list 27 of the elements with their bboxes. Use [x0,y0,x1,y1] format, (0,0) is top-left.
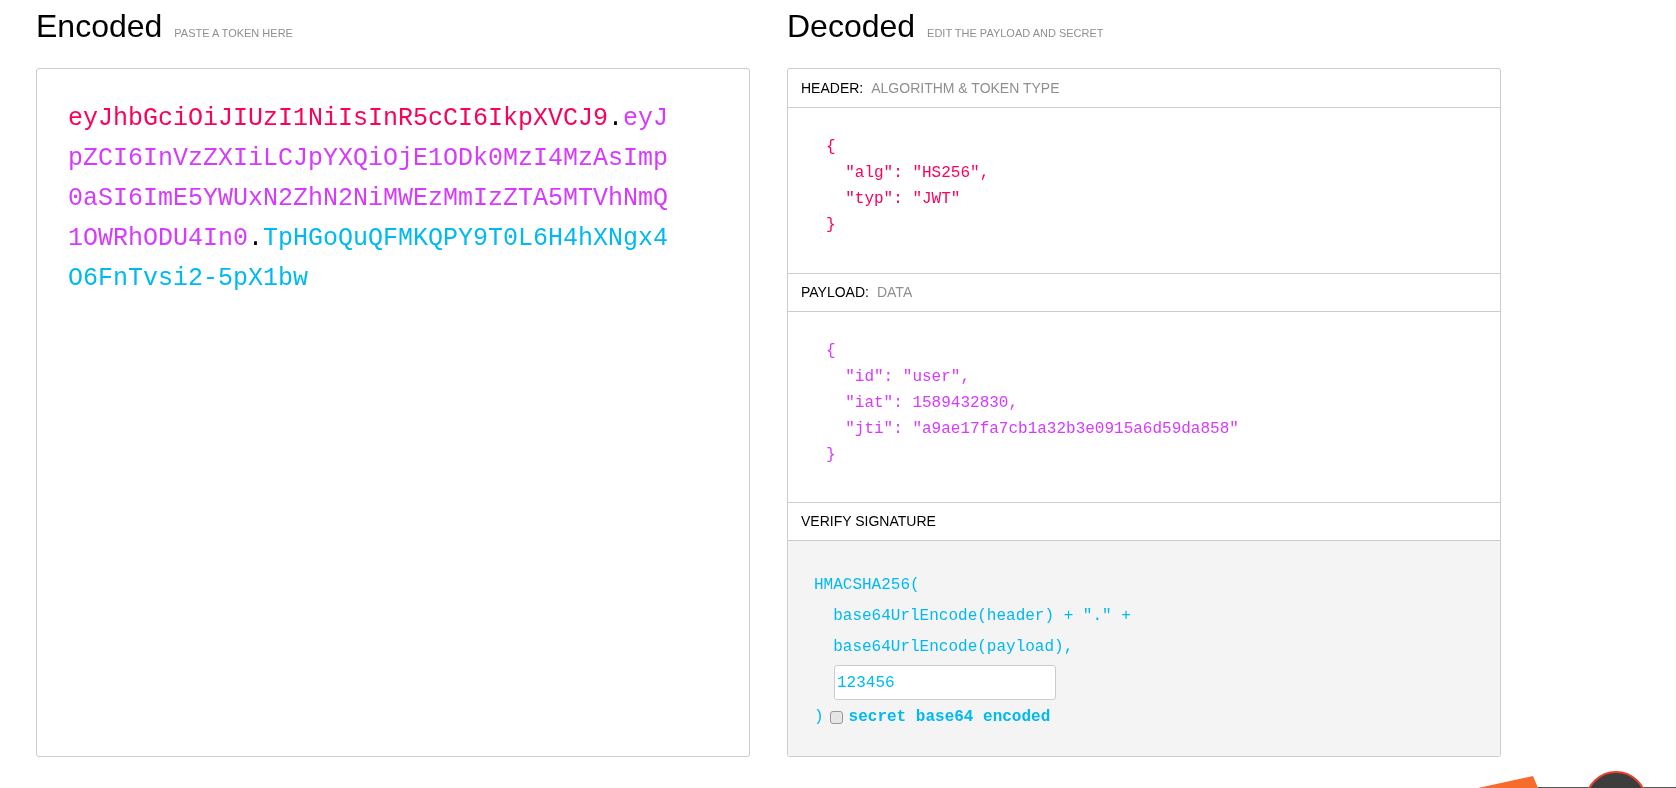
code-line: "alg": "HS256", [844,163,990,184]
code-line: { [826,341,836,362]
code-line: } [826,445,836,466]
code-line: base64UrlEncode(header) + "." + [832,606,1131,627]
code-line: HMACSHA256( [814,575,920,596]
secret-field[interactable]: 123456 [834,665,1056,700]
base64-checkbox[interactable] [829,711,843,724]
code-line: ) [814,707,824,728]
code-line: } [826,215,836,236]
code-line: { [826,137,836,158]
code-line: "jti": "a9ae17fa7cb1a32b3e0915a6d59da858" [844,419,1239,440]
code-line: "iat": 1589432830, [844,393,1019,414]
section-label: HEADER: [801,78,864,98]
code-line: "typ": "JWT" [844,189,961,210]
section-title: Decoded [787,7,916,46]
section-hint: DATA [876,283,913,302]
code-line: "id": "user", [844,367,971,388]
section-hint: ALGORITHM & TOKEN TYPE [871,78,1060,98]
token-input[interactable]: eyJhbGciOiJIUzI1NiIsInR5cCI6IkpXVCJ9.eyJpZCI6InVzZXIiLCJpYXQiOjE1ODk0MzI4MzAsImp0aSI6ImE5YWUxN2ZhN2NiMWEzMmIzZTA5MTVhNmQ1OWRhODU4In0.TpHGoQuQFMKQPY9T0L6H4hXNgx4O6FnTvsi2-5pX1bw [36,68,750,757]
section-label: VERIFY SIGNATURE [801,512,936,531]
section-title: Encoded [36,7,163,46]
section-label: PAYLOAD: [801,283,869,302]
code-line: base64UrlEncode(payload), [832,637,1074,658]
section-hint: EDIT THE PAYLOAD AND SECRET [927,26,1104,41]
section-hint: PASTE A TOKEN HERE [174,26,293,41]
checkbox-label[interactable]: secret base64 encoded [848,702,1051,733]
floating-widget-drawing[interactable] [1478,770,1676,788]
